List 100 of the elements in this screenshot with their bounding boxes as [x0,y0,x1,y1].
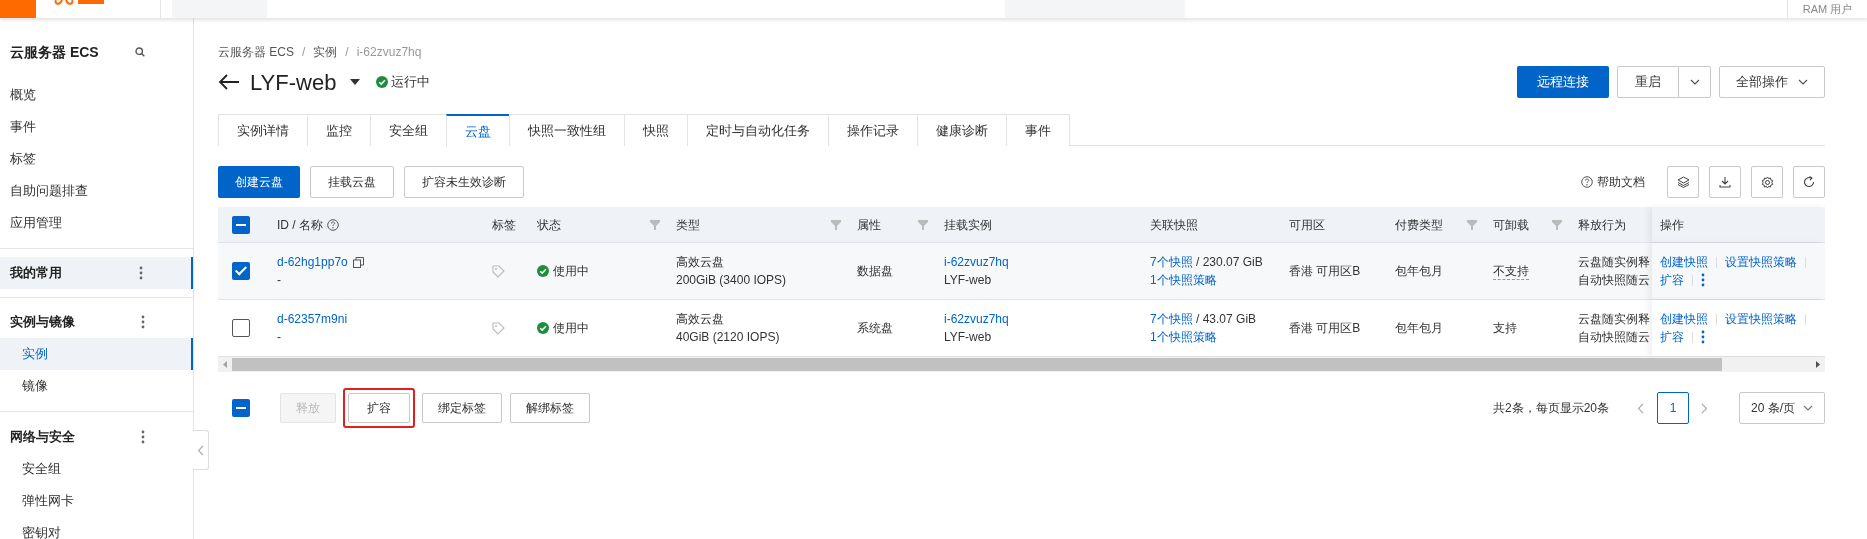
chevron-left-icon [1637,402,1645,414]
chevron-down-icon [1803,405,1813,411]
toolbar-button[interactable]: 挂载云盘 [310,166,394,198]
page-size-select[interactable]: 20 条/页 [1739,392,1825,424]
download-button[interactable] [1709,166,1741,198]
chevron-right-icon [1701,402,1709,414]
sidebar-item[interactable]: 标签 [0,143,193,175]
cell-text: 自动快照随云 [1578,272,1651,289]
sidebar-item[interactable]: 自助问题排查 [0,175,193,207]
link[interactable]: d-62hg1pp7o [277,253,348,271]
link[interactable]: 1个快照策略 [1150,273,1217,287]
check-circle-icon [376,76,389,88]
scrollbar-thumb[interactable] [232,358,1722,371]
sidebar-item[interactable]: 密钥对 [0,517,193,539]
checkbox[interactable] [232,215,250,234]
cell-text: 自动快照随云 [1578,329,1651,346]
link[interactable]: 创建快照 [1660,310,1708,328]
link[interactable]: 7个快照 [1150,253,1193,271]
bulk-action-button[interactable]: 绑定标签 [422,393,502,423]
sidebar-group[interactable]: 网络与安全 [0,421,193,453]
settings-button[interactable] [1751,166,1783,198]
cell-text: 包年包月 [1395,320,1444,337]
search-icon [135,47,145,57]
back-arrow-icon [218,74,240,90]
refresh-icon [1803,176,1815,188]
checkbox[interactable] [232,319,250,337]
collapse-handle[interactable] [193,430,209,470]
all-actions-dropdown[interactable]: 全部操作 [1719,66,1825,98]
cell-text: 云盘随实例释 [1578,311,1651,328]
column-header: 付费类型 [1395,216,1443,234]
breadcrumb-link[interactable]: 云服务器 ECS [218,43,294,61]
check-circle-icon [537,265,549,277]
cell-text: 香港 可用区B [1289,320,1362,337]
cell-text: 云盘随实例释 [1578,254,1651,271]
cell-text: 包年包月 [1395,263,1444,280]
link[interactable]: 1个快照策略 [1150,330,1217,344]
remote-connect-button[interactable]: 远程连接 [1517,66,1609,98]
page-button[interactable]: 1 [1657,392,1689,424]
download-icon [1719,176,1731,188]
sidebar-item[interactable]: 事件 [0,111,193,143]
instance-title: LYF-web [250,68,337,97]
link[interactable]: 创建快照 [1660,253,1708,271]
breadcrumb-link[interactable]: 实例 [313,43,338,61]
column-header: 类型 [676,216,700,234]
link[interactable]: d-62357m9ni [277,310,348,328]
help-docs-link[interactable]: 帮助文档 [1597,173,1645,191]
sidebar-item[interactable]: 应用管理 [0,207,193,239]
cell-text: LYF-web [944,329,993,346]
tab[interactable]: 定时与自动化任务 [687,114,828,146]
tab[interactable]: 事件 [1006,114,1070,146]
tab[interactable]: 监控 [307,114,370,146]
account-label: RAM 用户 [1802,4,1853,15]
tab[interactable]: 实例详情 [218,114,307,146]
disk-name: - [277,272,282,289]
link[interactable]: 扩容 [1660,271,1684,289]
toolbar-button[interactable]: 扩容未生效诊断 [404,166,524,198]
column-header: 关联快照 [1150,216,1198,234]
tab[interactable]: 快照 [624,114,687,146]
checkbox[interactable] [232,262,250,280]
checkbox[interactable] [232,399,250,417]
create-disk-button[interactable]: 创建云盘 [218,166,300,198]
bulk-action-button[interactable]: 解绑标签 [510,393,590,423]
horizontal-scrollbar[interactable] [218,357,1825,372]
refresh-button[interactable] [1793,166,1825,198]
cell-text: 香港 可用区B [1289,263,1362,280]
link[interactable]: 设置快照策略 [1725,310,1797,328]
link[interactable]: 7个快照 [1150,310,1193,328]
breadcrumb-current: i-62zvuz7hq [356,44,422,61]
more-icon [141,315,145,329]
table-row[interactable]: d-62357m9ni - 使用中 高效云盘 40GiB (2120 IOPS) 系统盘 i-62zvuz7hq LYF-web 7个快照 / 43.07 GiB 1个快照策略 香港 可用区B 包年包月 支持 云盘随实例释 自动快照随云 创建快照 设置快照策略 扩容 [218,300,1825,357]
sidebar-item[interactable]: 弹性网卡 [0,485,193,517]
status-text: 使用中 [553,320,589,337]
layers-button[interactable] [1667,166,1699,198]
tab[interactable]: 操作记录 [828,114,917,146]
scroll-right-icon [1816,361,1820,368]
tab[interactable]: 快照一致性组 [509,114,624,146]
tab[interactable]: 健康诊断 [917,114,1006,146]
column-header: ID / 名称 [277,216,323,234]
sidebar-group[interactable]: 实例与镜像 [0,306,193,338]
link[interactable]: i-62zvuz7hq [944,255,1009,269]
cell-text: / 230.07 GiB [1195,254,1263,271]
restart-button[interactable]: 重启 [1617,66,1679,98]
tab[interactable]: 云盘 [446,114,509,147]
column-header: 挂载实例 [944,216,992,234]
link[interactable]: i-62zvuz7hq [944,312,1009,326]
sidebar-item[interactable]: 安全组 [0,453,193,485]
cell-text: 40GiB (2120 IOPS) [676,329,781,346]
link[interactable]: 设置快照策略 [1725,253,1797,271]
table-row[interactable]: d-62hg1pp7o - 使用中 高效云盘 200GiB (3400 IOPS) 数据盘 i-62zvuz7hq LYF-web 7个快照 / 230.07 GiB 1个快照策略 香港 可用区B 包年包月 不支持 云盘随实例释 自动快照随云 创建快照 设置快照策略 扩容 [218,243,1825,300]
bulk-action-button[interactable]: 扩容 [348,393,410,423]
dropdown-button[interactable] [1679,66,1711,98]
column-header: 状态 [537,216,561,234]
link[interactable]: 扩容 [1660,328,1684,346]
tab[interactable]: 安全组 [370,114,446,146]
cell-text: 数据盘 [857,263,894,280]
sidebar-item[interactable]: 概览 [0,79,193,111]
more-icon [1701,330,1705,344]
sidebar-group[interactable]: 我的常用 [0,257,193,289]
sidebar-item[interactable]: 镜像 [0,370,193,402]
sidebar-item[interactable]: 实例 [0,338,193,370]
